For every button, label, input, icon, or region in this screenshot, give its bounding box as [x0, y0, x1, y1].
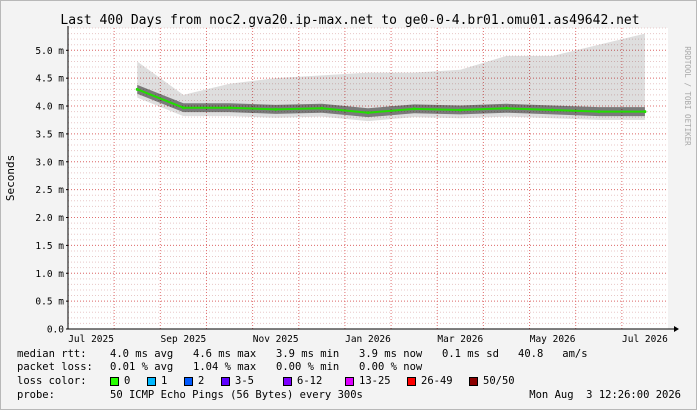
x-tick-label: Sep 2025 — [161, 334, 207, 345]
median-point — [643, 110, 647, 114]
median-rtt-sd: 0.1 ms sd — [442, 348, 499, 360]
loss-color-value: 26-49 — [421, 375, 453, 387]
loss-color-swatch — [407, 377, 416, 386]
loss-color-swatch — [221, 377, 230, 386]
median-point — [412, 107, 416, 111]
loss-color-value: 13-25 — [359, 375, 391, 387]
probe-timestamp: Mon Aug 3 12:26:00 2026 — [529, 389, 681, 401]
loss-color-value: 6-12 — [297, 375, 323, 387]
packet-loss-max: 1.04 % max — [193, 361, 257, 373]
packet-loss-now: 0.00 % now — [359, 361, 423, 373]
x-tick-label: Nov 2025 — [253, 334, 299, 345]
x-tick-label: Jan 2026 — [345, 334, 391, 345]
loss-color-value: 1 — [161, 375, 168, 387]
packet-loss-row: packet loss: 0.01 % avg 1.04 % max 0.00 … — [17, 361, 422, 374]
loss-color-value: 2 — [198, 375, 205, 387]
side-label: RRDTOOL / TOBI OETIKER — [683, 46, 692, 146]
median-point — [320, 106, 324, 110]
loss-color-swatch — [184, 377, 193, 386]
smokeping-graph: 0.0 0.5 m 1.0 m 1.5 m 2.0 m 2.5 m 3.0 m 3.5 m 4.… — [0, 0, 697, 410]
median-rtt-row: median rtt: 4.0 ms avg 4.6 ms max 3.9 ms… — [17, 348, 588, 361]
median-point — [274, 107, 278, 111]
y-tick-label: 0.5 m — [35, 297, 64, 308]
loss-color-swatch — [345, 377, 354, 386]
x-tick-label: Jul 2026 — [622, 334, 668, 345]
loss-color-swatch — [147, 377, 156, 386]
loss-color-legend: 0 1 2 3-5 6-12 13-25 26-49 50/50 — [110, 375, 531, 388]
median-point — [228, 106, 232, 110]
median-point — [366, 111, 370, 115]
loss-color-swatch — [469, 377, 478, 386]
median-rtt-now: 3.9 ms now — [359, 348, 423, 360]
median-rtt-avg: 4.0 ms avg — [110, 348, 174, 360]
y-tick-label: 2.5 m — [35, 185, 64, 196]
loss-color-swatch — [110, 377, 119, 386]
median-point — [597, 110, 601, 114]
y-tick-label: 3.5 m — [35, 129, 64, 140]
loss-color-label: loss color: — [17, 375, 87, 387]
median-rtt-ams: 40.8 am/s — [518, 348, 588, 360]
median-rtt-max: 4.6 ms max — [193, 348, 257, 360]
loss-color-item: 2 — [184, 375, 221, 388]
y-tick-label: 2.0 m — [35, 213, 64, 224]
loss-color-item: 26-49 — [407, 375, 469, 388]
probe-description: 50 ICMP Echo Pings (56 Bytes) every 300s — [110, 389, 363, 401]
loss-color-value: 50/50 — [483, 375, 515, 387]
loss-color-value: 0 — [124, 375, 131, 387]
loss-color-item: 1 — [147, 375, 184, 388]
x-tick-labels: Jul 2025 Sep 2025 Nov 2025 Jan 2026 Mar 2026… — [68, 334, 668, 345]
loss-color-item: 50/50 — [469, 375, 531, 388]
median-point — [181, 106, 185, 110]
loss-color-item: 6-12 — [283, 375, 345, 388]
probe-label: probe: — [17, 389, 55, 401]
y-tick-label: 4.0 m — [35, 102, 64, 113]
loss-color-item: 0 — [110, 375, 147, 388]
y-tick-label: 1.0 m — [35, 269, 64, 280]
packet-loss-avg: 0.01 % avg — [110, 361, 174, 373]
y-tick-label: 5.0 m — [35, 46, 64, 57]
median-point — [504, 106, 508, 110]
median-point — [458, 108, 462, 112]
median-rtt-min: 3.9 ms min — [276, 348, 340, 360]
chart-title: Last 400 Days from noc2.gva20.ip-max.net… — [60, 13, 639, 28]
y-tick-label: 1.5 m — [35, 241, 64, 252]
median-point — [135, 87, 139, 91]
latency-chart: 0.0 0.5 m 1.0 m 1.5 m 2.0 m 2.5 m 3.0 m 3.5 m 4.… — [4, 13, 692, 345]
y-tick-labels: 0.0 0.5 m 1.0 m 1.5 m 2.0 m 2.5 m 3.0 m 3.5 m 4.… — [35, 46, 68, 336]
packet-loss-label: packet loss: — [17, 361, 93, 373]
x-tick-label: Jul 2025 — [68, 334, 114, 345]
loss-color-row: loss color: 0 1 2 3-5 6-12 13-25 26-49 50/50 — [17, 375, 531, 388]
x-axis-arrow — [674, 326, 679, 332]
packet-loss-min: 0.00 % min — [276, 361, 340, 373]
x-tick-label: Mar 2026 — [437, 334, 483, 345]
y-tick-label: 0.0 — [47, 325, 64, 336]
y-tick-label: 3.0 m — [35, 157, 64, 168]
probe-row: probe: 50 ICMP Echo Pings (56 Bytes) eve… — [17, 389, 681, 402]
loss-color-item: 13-25 — [345, 375, 407, 388]
x-tick-label: May 2026 — [530, 334, 576, 345]
loss-color-value: 3-5 — [235, 375, 254, 387]
loss-color-swatch — [283, 377, 292, 386]
median-rtt-label: median rtt: — [17, 348, 87, 360]
y-tick-label: 4.5 m — [35, 74, 64, 85]
loss-color-item: 3-5 — [221, 375, 283, 388]
median-point — [551, 108, 555, 112]
y-axis-label: Seconds — [4, 155, 17, 201]
